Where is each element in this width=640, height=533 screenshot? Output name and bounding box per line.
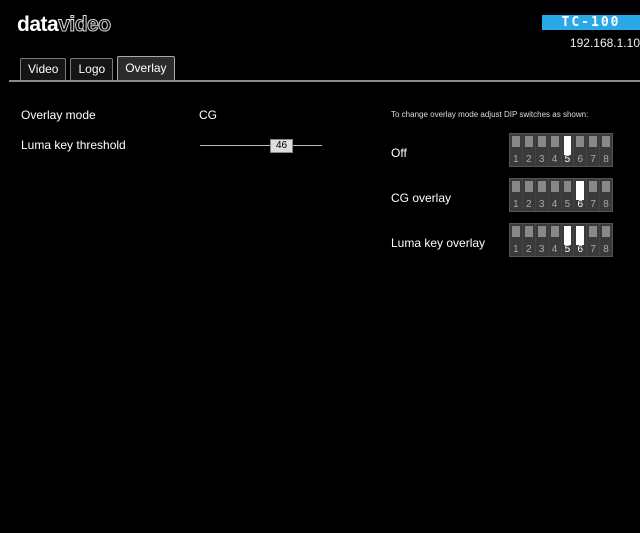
tab-video[interactable]: Video bbox=[20, 58, 67, 81]
dip-number: 7 bbox=[590, 154, 596, 165]
dip-switch-4: 4 bbox=[548, 134, 562, 166]
dip-switch-8: 8 bbox=[600, 134, 612, 166]
dip-switch-7: 7 bbox=[587, 224, 601, 256]
luma-threshold-handle[interactable]: 46 bbox=[270, 139, 293, 153]
dip-number: 3 bbox=[538, 154, 545, 165]
luma-threshold-slider[interactable] bbox=[200, 145, 322, 146]
dip-knob bbox=[537, 226, 546, 237]
dip-knob bbox=[512, 181, 520, 192]
dip-switch-1: 1 bbox=[510, 179, 523, 211]
dip-switch-4: 4 bbox=[548, 224, 562, 256]
dip-knob bbox=[589, 136, 598, 147]
dip-label-cg: CG overlay bbox=[391, 191, 452, 205]
overlay-mode-label: Overlay mode bbox=[21, 108, 96, 122]
dip-switch-cg: 12345678 bbox=[509, 178, 613, 212]
dip-number: 6 bbox=[577, 244, 584, 255]
logo-part-data: data bbox=[17, 13, 59, 36]
dip-knob bbox=[589, 226, 598, 237]
overlay-mode-value[interactable]: CG bbox=[199, 108, 217, 122]
dip-number: 5 bbox=[564, 154, 571, 165]
tab-logo[interactable]: Logo bbox=[70, 58, 114, 81]
dip-switch-off: 12345678 bbox=[509, 133, 613, 167]
dip-switch-2: 2 bbox=[522, 179, 536, 211]
dip-switch-5: 5 bbox=[561, 179, 575, 211]
dip-knob bbox=[537, 136, 546, 147]
dip-knob bbox=[602, 226, 610, 237]
dip-knob bbox=[576, 181, 585, 200]
dip-note: To change overlay mode adjust DIP switch… bbox=[391, 110, 589, 119]
dip-number: 4 bbox=[551, 244, 558, 255]
dip-knob bbox=[550, 136, 559, 147]
dip-switch-1: 1 bbox=[510, 224, 523, 256]
ip-address: 192.168.1.10 bbox=[569, 36, 640, 50]
dip-number: 3 bbox=[538, 244, 545, 255]
dip-label-luma: Luma key overlay bbox=[391, 236, 486, 250]
dip-knob bbox=[563, 181, 572, 192]
dip-knob bbox=[512, 136, 520, 147]
tab-underline bbox=[9, 80, 640, 82]
logo-part-video: video bbox=[58, 13, 112, 37]
dip-number: 1 bbox=[513, 154, 519, 165]
dip-number: 4 bbox=[551, 199, 558, 210]
dip-knob bbox=[550, 181, 559, 192]
dip-knob bbox=[524, 226, 533, 237]
dip-switch-7: 7 bbox=[587, 134, 601, 166]
dip-switch-luma: 12345678 bbox=[509, 223, 613, 257]
dip-switch-8: 8 bbox=[600, 179, 612, 211]
dip-number: 1 bbox=[513, 244, 519, 255]
dip-number: 6 bbox=[577, 154, 584, 165]
dip-number: 2 bbox=[526, 154, 532, 165]
dip-switch-2: 2 bbox=[522, 224, 536, 256]
dip-switch-8: 8 bbox=[600, 224, 612, 256]
dip-number: 7 bbox=[590, 199, 596, 210]
luma-threshold-label: Luma key threshold bbox=[21, 138, 126, 152]
dip-knob bbox=[512, 226, 520, 237]
dip-number: 4 bbox=[551, 154, 558, 165]
dip-switch-6: 6 bbox=[574, 224, 588, 256]
dip-number: 5 bbox=[564, 244, 571, 255]
dip-label-off: Off bbox=[391, 146, 407, 160]
dip-number: 8 bbox=[603, 244, 609, 255]
dip-knob bbox=[524, 181, 533, 192]
dip-number: 8 bbox=[603, 154, 609, 165]
dip-knob bbox=[563, 136, 572, 155]
dip-knob bbox=[589, 181, 598, 192]
dip-knob bbox=[576, 136, 585, 147]
dip-switch-6: 6 bbox=[574, 134, 588, 166]
web-admin-page: datavideo TC-100 192.168.1.10 Video Logo… bbox=[9, 0, 640, 533]
dip-knob bbox=[602, 181, 610, 192]
dip-knob bbox=[550, 226, 559, 237]
dip-number: 7 bbox=[590, 244, 596, 255]
dip-switch-3: 3 bbox=[535, 134, 549, 166]
dip-number: 2 bbox=[526, 199, 532, 210]
dip-number: 5 bbox=[564, 199, 571, 210]
dip-switch-2: 2 bbox=[522, 134, 536, 166]
dip-knob bbox=[524, 136, 533, 147]
tab-overlay[interactable]: Overlay bbox=[117, 56, 175, 81]
model-badge: TC-100 bbox=[542, 15, 640, 30]
dip-number: 2 bbox=[526, 244, 532, 255]
dip-switch-7: 7 bbox=[587, 179, 601, 211]
dip-number: 8 bbox=[603, 199, 609, 210]
tab-bar: Video Logo Overlay bbox=[20, 56, 175, 81]
dip-knob bbox=[563, 226, 572, 245]
dip-knob bbox=[537, 181, 546, 192]
dip-knob bbox=[602, 136, 610, 147]
dip-switch-6: 6 bbox=[574, 179, 588, 211]
dip-switch-4: 4 bbox=[548, 179, 562, 211]
dip-switch-3: 3 bbox=[535, 224, 549, 256]
dip-switch-3: 3 bbox=[535, 179, 549, 211]
dip-switch-5: 5 bbox=[561, 224, 575, 256]
dip-switch-1: 1 bbox=[510, 134, 523, 166]
dip-number: 6 bbox=[577, 199, 584, 210]
dip-switch-5: 5 bbox=[561, 134, 575, 166]
datavideo-logo: datavideo bbox=[17, 13, 112, 37]
dip-number: 1 bbox=[513, 199, 519, 210]
dip-number: 3 bbox=[538, 199, 545, 210]
dip-knob bbox=[576, 226, 585, 245]
